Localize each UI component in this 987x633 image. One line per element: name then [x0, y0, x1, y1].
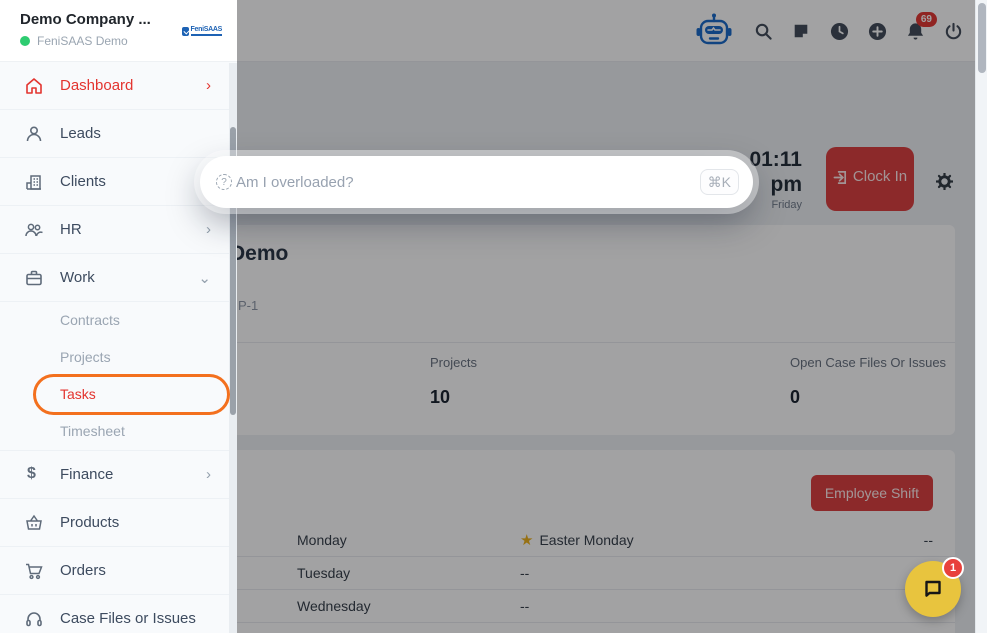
sidebar-item-label: Case Files or Issues — [60, 610, 196, 627]
chevron-right-icon: › — [206, 466, 211, 483]
sidebar-item-label: Finance — [60, 466, 114, 483]
chat-unread-badge: 1 — [942, 557, 964, 579]
chevron-down-icon: ⌄ — [198, 270, 211, 287]
sidebar-scrollbar[interactable] — [229, 63, 237, 633]
sidebar-item-case-files[interactable]: Case Files or Issues — [0, 595, 237, 633]
chevron-right-icon: › — [206, 77, 211, 94]
sidebar-item-work[interactable]: Work ⌄ — [0, 254, 237, 302]
basket-icon — [24, 513, 44, 533]
chat-widget-button[interactable]: 1 — [905, 557, 964, 617]
cart-icon — [24, 561, 44, 581]
question-circle-icon: ? — [216, 174, 232, 190]
company-switcher[interactable]: Demo Company ... FeniSAAS Demo FeniSAAS — [0, 0, 237, 62]
logo-text: FeniSAAS — [190, 26, 222, 37]
sidebar-item-label: Orders — [60, 562, 106, 579]
keyboard-shortcut-badge: ⌘K — [699, 168, 739, 196]
sidebar-item-timesheet[interactable]: Timesheet — [0, 413, 237, 450]
sidebar-item-label: Leads — [60, 125, 101, 142]
sidebar-item-hr[interactable]: HR › — [0, 206, 237, 254]
sidebar-item-contracts[interactable]: Contracts — [0, 302, 237, 339]
dollar-icon: $ — [27, 465, 36, 482]
home-icon — [24, 76, 44, 96]
scrollbar-thumb[interactable] — [978, 3, 986, 73]
sidebar-item-orders[interactable]: Orders — [0, 547, 237, 595]
online-status-dot — [20, 36, 30, 46]
person-icon — [24, 124, 44, 144]
chat-bubble-icon — [925, 580, 941, 597]
workspace-name: FeniSAAS Demo — [37, 34, 128, 48]
submenu-item-label: Timesheet — [60, 423, 125, 439]
sidebar-item-label: HR — [60, 221, 82, 238]
sidebar-item-label: Work — [60, 269, 95, 286]
page-scrollbar[interactable] — [975, 0, 987, 633]
company-name: Demo Company ... — [20, 11, 151, 28]
command-search-bar[interactable]: ? ⌘K — [200, 156, 753, 208]
headset-icon — [24, 609, 44, 629]
workspace-status: FeniSAAS Demo — [20, 34, 128, 48]
sidebar-item-dashboard[interactable]: Dashboard › — [0, 62, 237, 110]
sidebar-item-projects[interactable]: Projects — [0, 339, 237, 376]
submenu-item-label: Projects — [60, 349, 111, 365]
fenisaas-logo: FeniSAAS — [182, 25, 222, 37]
sidebar-item-label: Dashboard — [60, 77, 134, 94]
submenu-item-label: Contracts — [60, 312, 120, 328]
people-icon — [24, 220, 44, 240]
building-icon — [24, 172, 44, 192]
sidebar-item-finance[interactable]: $ Finance › — [0, 451, 237, 499]
sidebar-item-products[interactable]: Products — [0, 499, 237, 547]
logo-mark-icon — [182, 26, 189, 36]
sidebar: Demo Company ... FeniSAAS Demo FeniSAAS … — [0, 0, 237, 633]
briefcase-icon — [24, 268, 44, 288]
sidebar-item-leads[interactable]: Leads — [0, 110, 237, 158]
modal-backdrop — [237, 0, 975, 633]
sidebar-item-label: Products — [60, 514, 120, 531]
chevron-right-icon: › — [206, 221, 211, 238]
tasks-highlight-ring — [33, 374, 230, 415]
sidebar-item-label: Clients — [60, 173, 106, 190]
search-input[interactable] — [236, 173, 700, 191]
